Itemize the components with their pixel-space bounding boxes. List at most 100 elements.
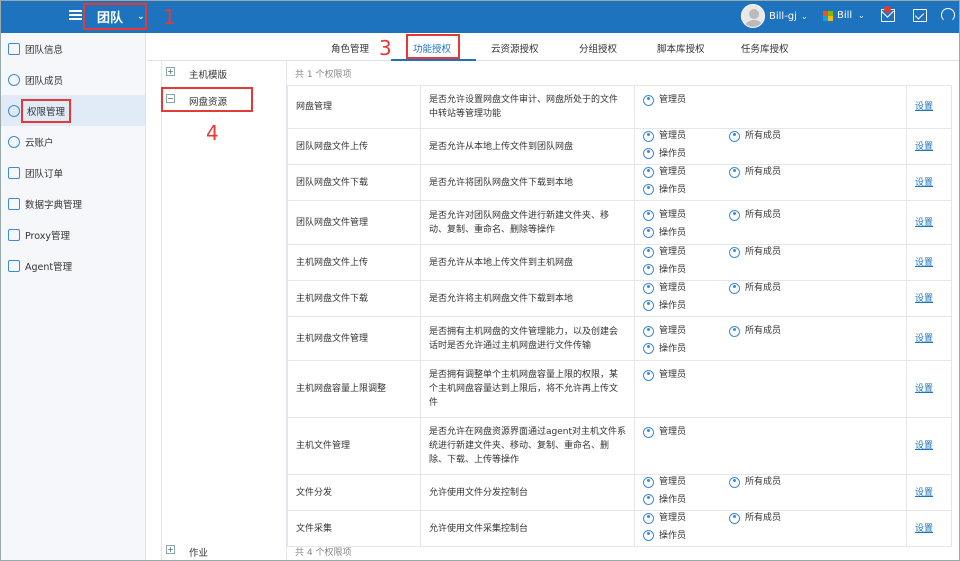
tasks-icon[interactable] (913, 9, 927, 22)
user-role-icon (643, 426, 654, 438)
settings-link[interactable]: 设置 (906, 85, 952, 129)
user-role-icon (643, 512, 654, 524)
chevron-down-icon: ⌄ (858, 11, 865, 20)
tree-border (161, 61, 162, 560)
expand-icon[interactable]: + (166, 67, 175, 76)
notification-dot (884, 6, 891, 13)
permission-roles: 管理员 所有成员 操作员 (634, 164, 907, 201)
tab-task-library-auth[interactable]: 任务库授权 (741, 41, 789, 55)
user-role-icon (643, 246, 654, 258)
role-label: 管理员 (659, 477, 687, 487)
role-tag: 操作员 (643, 493, 729, 507)
role-tag: 管理员 (643, 208, 729, 222)
role-tag: 管理员 (643, 93, 729, 107)
permission-name: 网盘管理 (287, 85, 421, 129)
settings-link[interactable]: 设置 (906, 417, 952, 475)
role-label: 所有成员 (745, 247, 782, 257)
user-role-icon (729, 325, 740, 337)
annotation-number: 1 (163, 5, 176, 29)
sidebar-item-agent[interactable]: Agent管理 (1, 250, 145, 281)
settings-link[interactable]: 设置 (906, 316, 952, 361)
sidebar-item-team-orders[interactable]: 团队订单 (1, 157, 145, 188)
role-tag: 操作员 (643, 529, 729, 543)
settings-link[interactable]: 设置 (906, 360, 952, 418)
table-row: 团队网盘文件下载 是否允许将团队网盘文件下载到本地 管理员 所有成员 操作员 设置 (287, 164, 952, 201)
sidebar-item-proxy[interactable]: Proxy管理 (1, 219, 145, 250)
team-switcher[interactable]: 团队 ⌄ (83, 3, 147, 30)
settings-link[interactable]: 设置 (906, 244, 952, 281)
settings-link[interactable]: 设置 (906, 510, 952, 547)
permission-description: 是否允许将主机网盘文件下载到本地 (420, 280, 635, 317)
permission-name: 团队网盘文件管理 (287, 200, 421, 245)
user-role-icon (643, 264, 654, 275)
table-row: 文件采集 允许使用文件采集控制台 管理员 所有成员 操作员 设置 (287, 510, 952, 547)
permission-description: 是否允许从本地上传文件到团队网盘 (420, 128, 635, 165)
role-tag: 管理员 (643, 129, 729, 143)
permission-name: 文件分发 (287, 474, 421, 511)
settings-link[interactable]: 设置 (906, 164, 952, 201)
tab-script-library-auth[interactable]: 脚本库授权 (657, 41, 705, 55)
user-role-icon (643, 530, 654, 541)
settings-link[interactable]: 设置 (906, 474, 952, 511)
microsoft-logo-icon (823, 11, 833, 21)
table-row: 主机网盘文件下载 是否允许将主机网盘文件下载到本地 管理员 所有成员 操作员 设置 (287, 280, 952, 317)
members-icon (8, 73, 20, 86)
user-role-icon (643, 227, 654, 238)
permission-name: 团队网盘文件下载 (287, 164, 421, 201)
support-headset-icon[interactable] (941, 8, 955, 22)
settings-link[interactable]: 设置 (906, 128, 952, 165)
table-row: 主机网盘文件管理 是否拥有主机网盘的文件管理能力，以及创建会话时是否允许通过主机网… (287, 316, 952, 361)
permission-name: 团队网盘文件上传 (287, 128, 421, 165)
role-label: 操作员 (659, 264, 687, 275)
sidebar-item-data-dictionary[interactable]: 数据字典管理 (1, 188, 145, 219)
permission-roles: 管理员 所有成员 操作员 (634, 200, 907, 245)
role-label: 管理员 (659, 427, 687, 437)
tab-highlight-box (406, 34, 460, 59)
net-disk-highlight-box (161, 87, 253, 112)
sidebar-item-team-info[interactable]: 团队信息 (1, 33, 145, 64)
user-role-icon (729, 209, 740, 221)
table-row: 主机网盘文件上传 是否允许从本地上传文件到主机网盘 管理员 所有成员 操作员 设置 (287, 244, 952, 281)
permission-name: 主机网盘文件下载 (287, 280, 421, 317)
user-role-icon (729, 282, 740, 294)
role-label: 管理员 (659, 326, 687, 336)
permission-name: 主机文件管理 (287, 417, 421, 475)
user-role-icon (643, 325, 654, 337)
role-label: 所有成员 (745, 131, 782, 141)
table-row: 网盘管理 是否允许设置网盘文件审计、网盘所处于的文件中转站等管理功能 管理员 设置 (287, 85, 952, 129)
permission-description: 是否允许从本地上传文件到主机网盘 (420, 244, 635, 281)
role-tag: 管理员 (643, 475, 729, 489)
active-tab-indicator (391, 59, 476, 61)
permission-roles: 管理员 所有成员 操作员 (634, 244, 907, 281)
permission-roles: 管理员 (634, 360, 907, 418)
sidebar-item-permission[interactable]: 权限管理 (1, 95, 145, 126)
permission-description: 是否允许在网盘资源界面通过agent对主机文件系统进行新建文件夹、移动、复制、重… (420, 417, 635, 475)
role-tag: 管理员 (643, 368, 729, 382)
user-menu[interactable]: Bill-gj ⌄ (741, 4, 808, 28)
role-tag: 操作员 (643, 183, 729, 197)
settings-link[interactable]: 设置 (906, 280, 952, 317)
role-label: 操作员 (659, 530, 687, 541)
role-tag: 操作员 (643, 263, 729, 277)
sidebar-item-cloud-account[interactable]: 云账户 (1, 126, 145, 157)
user-role-icon (643, 94, 654, 106)
org-name[interactable]: Bill (837, 10, 852, 21)
tab-cloud-resource-auth[interactable]: 云资源授权 (491, 41, 539, 55)
permission-description: 是否允许设置网盘文件审计、网盘所处于的文件中转站等管理功能 (420, 85, 635, 129)
expand-icon[interactable]: + (166, 545, 175, 554)
user-role-icon (643, 130, 654, 142)
role-tag: 管理员 (643, 324, 729, 338)
hamburger-menu-icon[interactable] (69, 10, 82, 21)
order-icon (8, 166, 20, 179)
dictionary-icon (8, 197, 20, 210)
user-role-icon (729, 512, 740, 524)
settings-link[interactable]: 设置 (906, 200, 952, 245)
role-tag: 所有成员 (729, 475, 815, 489)
permission-count: 共 1 个权限项 (295, 70, 352, 80)
top-bar: 团队 ⌄ Bill-gj ⌄ Bill ⌄ (1, 1, 959, 33)
sidebar-item-team-members[interactable]: 团队成员 (1, 64, 145, 95)
tab-role-management[interactable]: 角色管理 (331, 41, 369, 55)
permission-description: 允许使用文件分发控制台 (420, 474, 635, 511)
table-row: 主机文件管理 是否允许在网盘资源界面通过agent对主机文件系统进行新建文件夹、移… (287, 417, 952, 475)
tab-group-auth[interactable]: 分组授权 (579, 41, 617, 55)
